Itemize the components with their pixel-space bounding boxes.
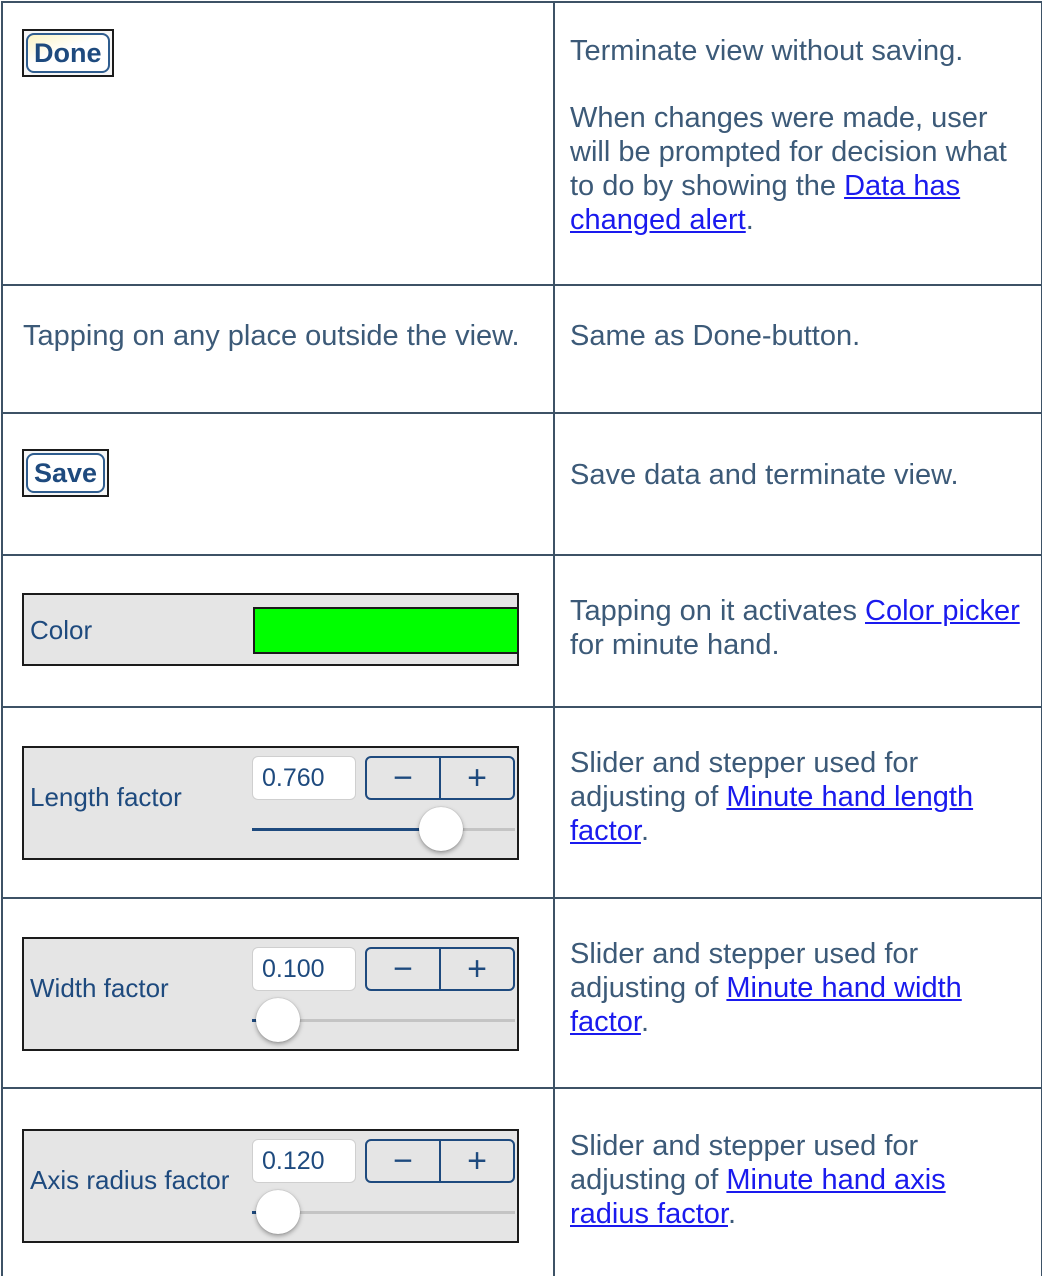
help-page: Done Terminate view without saving. When… <box>0 0 1042 1277</box>
tap-outside-description: Same as Done-button. <box>570 320 861 352</box>
table-cell: Color <box>1 554 555 708</box>
color-panel[interactable]: Color <box>22 593 519 666</box>
axis-radius-factor-stepper: − + <box>365 1139 515 1183</box>
table-row: Color Tapping on it activates Color pick… <box>1 554 1042 708</box>
table-cell: Width factor 0.100 − + <box>1 897 555 1089</box>
table-row: Length factor 0.760 − + Slider and stepp… <box>1 706 1042 899</box>
minus-button[interactable]: − <box>367 949 439 989</box>
table-cell: Axis radius factor 0.120 − + <box>1 1087 555 1276</box>
width-factor-description: Slider and stepper used for adjusting of… <box>570 938 962 1038</box>
tap-outside-text: Tapping on any place outside the view. <box>23 320 520 352</box>
width-factor-panel: Width factor 0.100 − + <box>22 937 519 1051</box>
minus-button[interactable]: − <box>367 1141 439 1181</box>
plus-button[interactable]: + <box>439 1141 513 1181</box>
table-cell: Terminate view without saving. When chan… <box>553 1 1042 286</box>
controls-table: Done Terminate view without saving. When… <box>1 1 1042 1276</box>
table-cell: Done <box>1 1 555 286</box>
length-factor-description: Slider and stepper used for adjusting of… <box>570 747 974 847</box>
axis-radius-factor-label: Axis radius factor <box>30 1165 230 1195</box>
table-row: Axis radius factor 0.120 − + Slider and … <box>1 1087 1042 1276</box>
color-label: Color <box>30 615 93 645</box>
done-description: Terminate view without saving. <box>570 35 964 67</box>
width-factor-value: 0.100 <box>252 947 356 991</box>
slider-knob[interactable] <box>419 807 464 851</box>
table-cell: Save <box>1 412 555 556</box>
axis-radius-factor-description: Slider and stepper used for adjusting of… <box>570 1130 946 1230</box>
table-row: Save Save data and terminate view. <box>1 412 1042 556</box>
plus-button[interactable]: + <box>439 949 513 989</box>
table-cell: Slider and stepper used for adjusting of… <box>553 706 1042 899</box>
table-cell: Tapping on it activates Color picker for… <box>553 554 1042 708</box>
done-button-frame: Done <box>22 29 114 77</box>
table-cell: Tapping on any place outside the view. <box>1 284 555 414</box>
slider-knob[interactable] <box>256 1190 301 1234</box>
color-description: Tapping on it activates Color picker for… <box>570 595 1020 661</box>
length-factor-slider[interactable] <box>252 807 515 851</box>
length-factor-panel: Length factor 0.760 − + <box>22 746 519 860</box>
length-factor-value: 0.760 <box>252 756 356 800</box>
slider-knob[interactable] <box>256 998 301 1042</box>
width-factor-stepper: − + <box>365 947 515 991</box>
color-swatch[interactable] <box>253 607 519 654</box>
axis-radius-factor-slider[interactable] <box>252 1190 515 1234</box>
save-description: Save data and terminate view. <box>570 459 959 491</box>
axis-radius-factor-panel: Axis radius factor 0.120 − + <box>22 1129 519 1243</box>
table-cell: Slider and stepper used for adjusting of… <box>553 897 1042 1089</box>
width-factor-slider[interactable] <box>252 998 515 1042</box>
plus-button[interactable]: + <box>439 758 513 798</box>
slider-fill <box>252 828 442 831</box>
table-cell: Slider and stepper used for adjusting of… <box>553 1087 1042 1276</box>
color-picker-link[interactable]: Color picker <box>865 595 1020 627</box>
length-factor-stepper: − + <box>365 756 515 800</box>
table-cell: Same as Done-button. <box>553 284 1042 414</box>
done-description-detail: When changes were made, user will be pro… <box>570 102 1007 236</box>
save-button-frame: Save <box>22 449 110 497</box>
table-cell: Length factor 0.760 − + <box>1 706 555 899</box>
length-factor-label: Length factor <box>30 782 182 812</box>
save-button[interactable]: Save <box>26 453 106 493</box>
table-cell: Save data and terminate view. <box>553 412 1042 556</box>
minus-button[interactable]: − <box>367 758 439 798</box>
table-row: Tapping on any place outside the view. S… <box>1 284 1042 414</box>
table-row: Width factor 0.100 − + Slider and steppe… <box>1 897 1042 1089</box>
table-row: Done Terminate view without saving. When… <box>1 1 1042 286</box>
width-factor-label: Width factor <box>30 973 169 1003</box>
done-button[interactable]: Done <box>26 33 110 73</box>
axis-radius-factor-value: 0.120 <box>252 1139 356 1183</box>
